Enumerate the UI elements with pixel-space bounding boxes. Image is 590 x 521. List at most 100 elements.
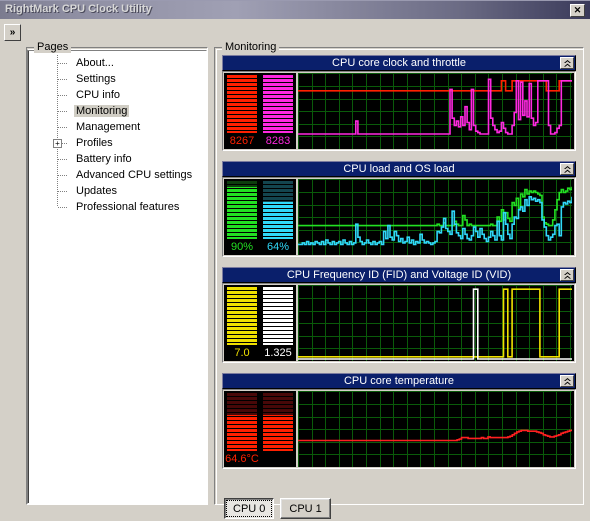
level-bar-segment	[227, 302, 257, 303]
level-bar-segment	[227, 102, 257, 103]
level-bar-segment	[263, 396, 293, 397]
graph-canvas	[298, 391, 572, 467]
cpu-tab-bar[interactable]: CPU 0 CPU 1	[224, 498, 331, 519]
expand-pages-button[interactable]: »	[4, 24, 21, 41]
readout-bars: 90% 64%	[224, 179, 296, 255]
level-bar-segment	[263, 290, 293, 291]
level-bar-segment	[227, 228, 257, 229]
level-bar-segment	[263, 208, 293, 209]
sidebar-item-label: CPU info	[76, 89, 121, 101]
monitor-graph	[298, 285, 574, 361]
level-bar-segment	[227, 338, 257, 339]
sidebar-item-profiles[interactable]: + Profiles	[28, 135, 206, 151]
level-bar-segment	[263, 204, 293, 205]
panel-title: CPU core temperature	[343, 375, 455, 387]
level-bar-segment	[263, 322, 293, 323]
level-bar-segment	[227, 416, 257, 417]
readout-value: 64%	[266, 241, 290, 253]
sidebar-item-about[interactable]: About...	[28, 55, 206, 71]
client-area: » Pages About... Settings CPU info Monitori…	[0, 19, 590, 521]
panel-header[interactable]: CPU load and OS load	[222, 161, 576, 177]
sidebar-item-label: Battery info	[76, 153, 132, 165]
level-bar-segment	[263, 330, 293, 331]
level-bar-segment	[263, 118, 293, 119]
level-bar-segment	[263, 420, 293, 421]
level-bar-segment	[263, 310, 293, 311]
pages-tree[interactable]: About... Settings CPU info Monitoring Manage…	[27, 50, 207, 504]
level-bar-segment	[263, 342, 293, 343]
level-bar-segment	[227, 330, 257, 331]
panel-body: 8267 8283	[222, 71, 576, 151]
sidebar-item-updates[interactable]: Updates	[28, 183, 206, 199]
chevron-up-double-icon[interactable]	[560, 163, 574, 175]
level-bar-segment	[263, 196, 293, 197]
level-bar-segment	[263, 444, 293, 445]
panel-title: CPU Frequency ID (FID) and Voltage ID (V…	[286, 269, 512, 281]
level-bar-segment	[227, 82, 257, 83]
readout-bars: 8267 8283	[224, 73, 296, 149]
level-bar-segment	[227, 106, 257, 107]
chevron-up-double-icon[interactable]	[560, 57, 574, 69]
level-bar-segment	[227, 436, 257, 437]
chevron-up-double-icon[interactable]	[560, 375, 574, 387]
level-bar-segment	[227, 220, 257, 221]
level-bar-segment	[263, 122, 293, 123]
sidebar-item-battery-info[interactable]: Battery info	[28, 151, 206, 167]
panel-body: 64.6°C	[222, 389, 576, 469]
level-bar-segment	[263, 408, 293, 409]
close-icon[interactable]: ✕	[570, 4, 585, 17]
level-bar-segment	[227, 322, 257, 323]
panel-header[interactable]: CPU Frequency ID (FID) and Voltage ID (V…	[222, 267, 576, 283]
window-title: RightMark CPU Clock Utility	[5, 3, 152, 15]
level-bar-segment	[263, 102, 293, 103]
level-bar-segment	[227, 78, 257, 79]
readout-value: 7.0	[234, 347, 250, 359]
sidebar-item-management[interactable]: Management	[28, 119, 206, 135]
sidebar-item-label: Updates	[76, 185, 117, 197]
sidebar-item-professional-features[interactable]: Professional features	[28, 199, 206, 215]
level-bar-segment	[263, 412, 293, 413]
level-bar-segment	[263, 224, 293, 225]
level-bar-segment	[227, 126, 257, 127]
sidebar-item-label: Management	[76, 121, 141, 133]
chevron-up-double-icon[interactable]	[560, 269, 574, 281]
level-bar-segment	[263, 432, 293, 433]
panel-body: 90% 64%	[222, 177, 576, 257]
tab-cpu-1[interactable]: CPU 1	[280, 498, 331, 519]
sidebar-item-cpu-info[interactable]: CPU info	[28, 87, 206, 103]
level-bar-segment	[227, 98, 257, 99]
panel-header[interactable]: CPU core temperature	[222, 373, 576, 389]
tab-cpu-0[interactable]: CPU 0	[224, 498, 275, 519]
level-bar-segment	[227, 306, 257, 307]
readout-value: 1.325	[264, 347, 292, 359]
level-bar-segment	[227, 400, 257, 401]
level-bar-segment	[263, 200, 293, 201]
sidebar-item-advanced-cpu-settings[interactable]: Advanced CPU settings	[28, 167, 206, 183]
tree-expander-icon[interactable]: +	[53, 139, 62, 148]
level-bar-segment	[263, 236, 293, 237]
level-bar-fill	[263, 287, 293, 345]
level-bar-segment	[227, 236, 257, 237]
panel-header[interactable]: CPU core clock and throttle	[222, 55, 576, 71]
sidebar-item-settings[interactable]: Settings	[28, 71, 206, 87]
level-bar-segment	[227, 114, 257, 115]
level-bar-segment	[227, 110, 257, 111]
readout-labels: 64.6°C	[224, 452, 296, 466]
level-bar-segment	[227, 184, 257, 185]
sidebar-item-monitoring[interactable]: Monitoring	[28, 103, 206, 119]
level-bar-segment	[227, 188, 257, 189]
readout-value: 8267	[229, 135, 255, 147]
level-bar-segment	[263, 114, 293, 115]
level-bar-segment	[227, 432, 257, 433]
level-bar-segment	[263, 82, 293, 83]
graph-canvas	[298, 73, 572, 149]
level-bar-segment	[263, 436, 293, 437]
level-bar-segment	[227, 294, 257, 295]
level-bar-segment	[263, 212, 293, 213]
monitoring-group-title: Monitoring	[222, 41, 280, 53]
graph-canvas	[298, 285, 572, 361]
level-bar-segment	[263, 314, 293, 315]
level-bar-segment	[263, 98, 293, 99]
level-bar-segment	[263, 184, 293, 185]
level-bar-segment	[263, 428, 293, 429]
